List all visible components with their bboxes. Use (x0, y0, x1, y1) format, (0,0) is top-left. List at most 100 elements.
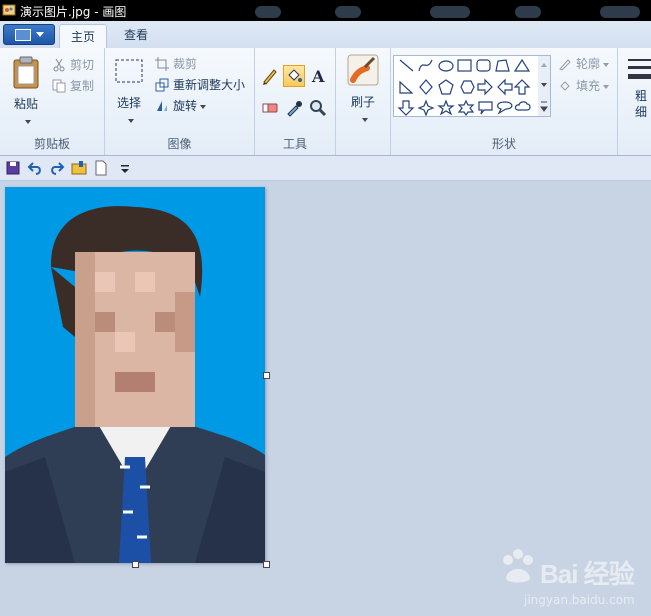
copy-icon (52, 79, 66, 93)
pencil-icon (263, 69, 277, 85)
chevron-down-icon (603, 62, 610, 67)
open-folder-icon[interactable] (71, 160, 87, 176)
right-triangle-shape-icon[interactable] (399, 80, 414, 94)
hexagon-shape-icon[interactable] (460, 80, 475, 94)
resize-handle-bottom[interactable] (132, 561, 139, 568)
oval-callout-shape-icon[interactable] (497, 101, 513, 115)
rectangle-shape-icon[interactable] (457, 59, 472, 72)
brushes-button[interactable]: 刷子 (342, 54, 384, 132)
chevron-down-icon (36, 32, 44, 37)
selection-rectangle-icon (115, 59, 143, 83)
taskbar-blur (600, 6, 640, 18)
fill-bucket-icon (560, 81, 570, 91)
undo-icon[interactable] (27, 160, 43, 176)
curve-shape-icon[interactable] (418, 59, 433, 72)
color-picker-tool[interactable] (283, 97, 305, 119)
pentagon-shape-icon[interactable] (438, 79, 454, 95)
rotate-button[interactable]: 旋转 (153, 97, 207, 115)
crop-label: 裁剪 (173, 57, 198, 71)
tab-home[interactable]: 主页 (59, 24, 107, 50)
tab-view[interactable]: 查看 (115, 23, 157, 47)
fill-tool[interactable] (283, 65, 305, 87)
brushes-label: 刷子 (350, 95, 375, 109)
tools-group-label: 工具 (282, 137, 307, 151)
shape-fill-button[interactable]: 填充 (556, 77, 610, 95)
baidu-watermark: Bai 经验 jingyan.baidu.com (496, 548, 646, 610)
text-icon: A (311, 67, 325, 86)
clipboard-group-label: 剪贴板 (33, 137, 70, 151)
watermark-brand: Bai 经验 (540, 559, 635, 589)
paint-menu-button[interactable] (3, 24, 55, 45)
save-icon[interactable] (5, 160, 21, 176)
crop-button[interactable]: 裁剪 (153, 55, 197, 73)
chevron-down-icon (24, 119, 31, 124)
fill-icon (288, 69, 302, 82)
pencil-tool[interactable] (259, 65, 281, 87)
chevron-down-icon (603, 84, 610, 89)
up-arrow-shape-icon[interactable] (513, 79, 531, 95)
image-group: 选择 裁剪 重新调整大小 旋转 图像 (105, 48, 255, 155)
select-button[interactable]: 选择 (111, 54, 147, 132)
four-point-star-shape-icon[interactable] (417, 99, 435, 116)
shapes-scrollbar[interactable] (538, 55, 551, 117)
eraser-icon (262, 103, 278, 113)
text-tool[interactable]: A (307, 65, 329, 87)
fill-label: 填充 (576, 79, 601, 93)
portrait-photo (5, 187, 265, 563)
cloud-callout-shape-icon[interactable] (514, 101, 531, 111)
eraser-tool[interactable] (259, 97, 281, 119)
magnifier-tool[interactable] (307, 97, 329, 119)
title-bar: 演示图片.jpg - 画图 (0, 0, 651, 21)
image-group-label: 图像 (167, 137, 192, 151)
down-arrow-shape-icon[interactable] (397, 100, 415, 116)
rotate-icon (157, 101, 167, 111)
size-button[interactable]: 粗细 (624, 54, 651, 132)
new-file-icon[interactable] (93, 160, 109, 176)
outline-brush-icon (559, 59, 571, 71)
paste-icon (13, 56, 39, 89)
resize-button[interactable]: 重新调整大小 (153, 76, 245, 94)
redo-icon[interactable] (49, 160, 65, 176)
taskbar-blur (255, 6, 281, 18)
chevron-down-icon (200, 104, 207, 109)
triangle-shape-icon[interactable] (513, 58, 531, 72)
customize-toolbar-icon[interactable] (117, 160, 133, 176)
left-arrow-shape-icon[interactable] (497, 78, 513, 96)
cut-label: 剪切 (70, 58, 95, 72)
chevron-down-icon (361, 117, 368, 122)
rounded-callout-shape-icon[interactable] (478, 101, 493, 115)
diamond-shape-icon[interactable] (419, 79, 433, 95)
clipboard-group: 粘贴 剪切 复制 剪贴板 (0, 48, 105, 155)
crop-icon (155, 57, 169, 71)
line-shape-icon[interactable] (399, 59, 414, 72)
paint-app-icon[interactable] (2, 3, 16, 17)
five-point-star-shape-icon[interactable] (437, 99, 455, 116)
right-arrow-shape-icon[interactable] (477, 78, 493, 96)
oval-shape-icon[interactable] (438, 60, 454, 72)
svg-text:A: A (311, 67, 325, 86)
cut-button[interactable]: 剪切 (50, 56, 94, 74)
canvas-image[interactable] (5, 187, 265, 563)
brush-icon (347, 54, 379, 86)
shapes-gallery-grid (397, 58, 531, 116)
taskbar-blur (515, 6, 541, 18)
resize-handle-right[interactable] (263, 372, 270, 379)
menu-icon (15, 29, 31, 41)
ribbon: 粘贴 剪切 复制 剪贴板 选择 裁剪 重新调整大小 旋转 图像 A 工具 刷子 … (0, 48, 651, 156)
rounded-rectangle-shape-icon[interactable] (476, 59, 491, 72)
scroll-arrows-icon (540, 63, 548, 112)
rotate-label: 旋转 (173, 99, 198, 113)
copy-button[interactable]: 复制 (50, 77, 94, 95)
magnifier-icon (310, 100, 327, 117)
resize-icon (155, 78, 169, 92)
taskbar-blur (430, 6, 470, 18)
polygon-shape-icon[interactable] (495, 59, 510, 72)
six-point-star-shape-icon[interactable] (457, 99, 475, 116)
size-label: 粗细 (634, 89, 647, 119)
resize-handle-corner[interactable] (263, 561, 270, 568)
quick-access-toolbar (0, 156, 651, 181)
taskbar-blur (335, 6, 361, 18)
select-label: 选择 (116, 96, 141, 110)
shape-outline-button[interactable]: 轮廓 (556, 55, 610, 73)
paste-button[interactable]: 粘贴 (6, 54, 46, 132)
